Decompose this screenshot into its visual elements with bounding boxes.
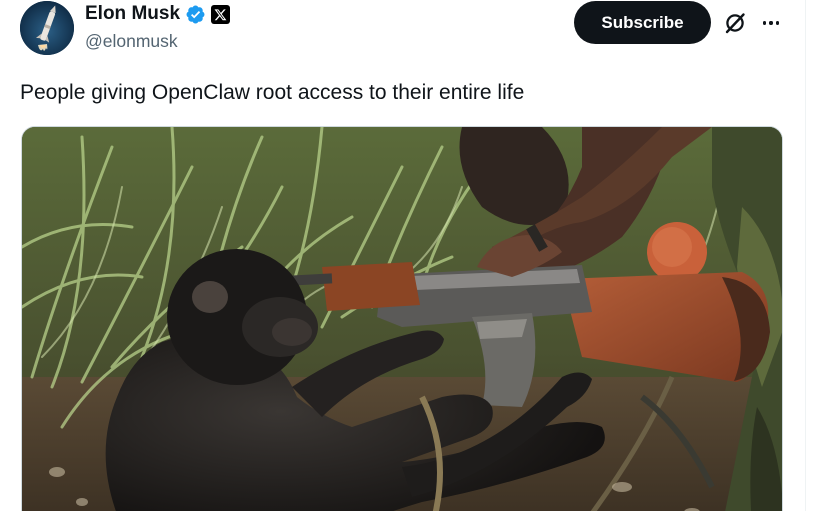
author-name[interactable]: Elon Musk xyxy=(85,2,180,26)
subscribe-button[interactable]: Subscribe xyxy=(574,1,711,44)
chimp-with-rifle-image xyxy=(22,127,782,511)
tweet-view: Elon Musk @elonmusk Subscribe People giv… xyxy=(0,0,819,511)
verified-badge-icon[interactable] xyxy=(185,4,206,25)
column-divider xyxy=(805,0,806,511)
grok-icon[interactable] xyxy=(722,10,748,36)
author-avatar[interactable] xyxy=(20,1,74,55)
x-logo-icon[interactable] xyxy=(211,4,231,24)
author-name-row: Elon Musk xyxy=(85,2,231,26)
post-media-image[interactable] xyxy=(21,126,783,511)
rocket-avatar-icon xyxy=(20,1,74,55)
post-text: People giving OpenClaw root access to th… xyxy=(20,81,525,104)
author-handle[interactable]: @elonmusk xyxy=(85,30,178,52)
more-horizontal-icon[interactable] xyxy=(758,10,784,36)
